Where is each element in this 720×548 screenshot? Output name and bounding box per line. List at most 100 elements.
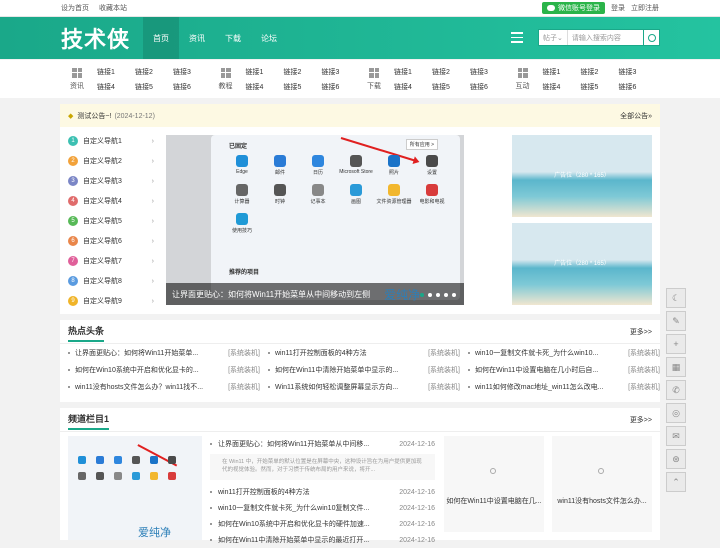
subnav-link[interactable]: 链接4 [97, 82, 135, 92]
guide-item[interactable]: 6 自定义导航6 › [60, 231, 154, 251]
favorite-link[interactable]: 收藏本站 [99, 5, 127, 12]
category-tag[interactable]: [系统装机] [228, 348, 260, 358]
subnav-link[interactable]: 链接5 [432, 82, 470, 92]
channel-item[interactable]: win11打开控制面板的4种方法 2024-12-16 [210, 484, 435, 500]
wechat-login-button[interactable]: 微信账号登录 [542, 2, 605, 14]
guide-item[interactable]: 4 自定义导航4 › [60, 191, 154, 211]
subnav-link[interactable]: 链接5 [581, 82, 619, 92]
channel-item[interactable]: win10一复制文件就卡死_为什么win10复制文件... 2024-12-16 [210, 500, 435, 516]
nav-home[interactable]: 首页 [143, 17, 179, 59]
slider-dot[interactable] [436, 293, 440, 297]
phone-icon[interactable]: ✆ [666, 380, 686, 400]
hot-item[interactable]: win11打开控制面板的4种方法 [系统装机] [268, 348, 460, 358]
channel-item[interactable]: 让界面更贴心：如何将Win11开始菜单从中间移... 2024-12-16 [210, 436, 435, 452]
category-icon[interactable]: 教程 [212, 67, 240, 91]
category-icon[interactable]: 资讯 [63, 67, 91, 91]
channel-item[interactable]: 如何在Win10系统中开启和优化显卡的硬件加速... 2024-12-16 [210, 516, 435, 532]
subnav-link[interactable]: 链接3 [470, 67, 508, 77]
hot-item[interactable]: win11没有hosts文件怎么办？win11找不... [系统装机] [68, 382, 260, 392]
hot-item[interactable]: 如何在Win10系统中开启和优化显卡的... [系统装机] [68, 365, 260, 375]
channel-card[interactable]: 如何在Win11中设置电脑在几... [444, 436, 544, 532]
subnav-link[interactable]: 链接3 [173, 67, 211, 77]
slider[interactable]: 已固定 所有应用 > Edge 邮件 日历 Microsoft Store 照片 设置 计算… [166, 135, 464, 305]
ad-slot-1[interactable]: 广告位（280 * 165） [512, 135, 652, 217]
menu-icon[interactable] [511, 32, 523, 46]
category-tag[interactable]: [系统装机] [628, 365, 660, 375]
subnav-link[interactable]: 链接1 [246, 67, 284, 77]
guide-item[interactable]: 9 自定义导航9 › [60, 291, 154, 311]
slider-dot[interactable] [452, 293, 456, 297]
category-tag[interactable]: [系统装机] [228, 365, 260, 375]
category-tag[interactable]: [系统装机] [228, 382, 260, 392]
subnav-link[interactable]: 链接6 [322, 82, 360, 92]
guide-item[interactable]: 8 自定义导航8 › [60, 271, 154, 291]
category-tag[interactable]: [系统装机] [428, 365, 460, 375]
guide-item[interactable]: 5 自定义导航5 › [60, 211, 154, 231]
slider-dot[interactable] [420, 293, 424, 297]
subnav-link[interactable]: 链接2 [432, 67, 470, 77]
app-icon [236, 184, 248, 196]
hot-item[interactable]: win10一复制文件就卡死_为什么win10... [系统装机] [468, 348, 660, 358]
subnav-link[interactable]: 链接4 [543, 82, 581, 92]
plus-icon[interactable]: + [666, 334, 686, 354]
channel-more-link[interactable]: 更多>> [630, 415, 652, 425]
nav-news[interactable]: 资讯 [179, 17, 215, 59]
edit-icon[interactable]: ✎ [666, 311, 686, 331]
hot-more-link[interactable]: 更多>> [630, 327, 652, 337]
channel-card[interactable]: win11没有hosts文件怎么办... [552, 436, 652, 532]
slider-dot[interactable] [444, 293, 448, 297]
set-home-link[interactable]: 设为首页 [61, 5, 89, 12]
subnav-link[interactable]: 链接2 [135, 67, 173, 77]
subnav-link[interactable]: 链接6 [619, 82, 657, 92]
hot-item[interactable]: win11如何修改mac地址_win11怎么改电... [系统装机] [468, 382, 660, 392]
site-logo[interactable]: 技术侠 [61, 22, 137, 54]
category-tag[interactable]: [系统装机] [628, 382, 660, 392]
category-tag[interactable]: [系统装机] [428, 348, 460, 358]
slider-dot[interactable] [428, 293, 432, 297]
login-link[interactable]: 登录 [611, 3, 625, 13]
subnav-link[interactable]: 链接5 [284, 82, 322, 92]
category-tag[interactable]: [系统装机] [628, 348, 660, 358]
top-icon[interactable]: ⌃ [666, 472, 686, 492]
bullet [210, 539, 212, 541]
register-link[interactable]: 立即注册 [631, 3, 659, 13]
search-input[interactable]: 请输入搜索内容 [568, 33, 643, 43]
channel-item[interactable]: 如何在Win11中清除开始菜单中显示的最近打开... 2024-12-16 [210, 532, 435, 548]
subnav-link[interactable]: 链接6 [470, 82, 508, 92]
nav-forum[interactable]: 论坛 [251, 17, 287, 59]
guide-item[interactable]: 7 自定义导航7 › [60, 251, 154, 271]
subnav-link[interactable]: 链接3 [322, 67, 360, 77]
guide-item[interactable]: 2 自定义导航2 › [60, 151, 154, 171]
category-icon[interactable]: 互动 [509, 67, 537, 91]
guide-item[interactable]: 3 自定义导航3 › [60, 171, 154, 191]
category-icon[interactable]: 下载 [360, 67, 388, 91]
hot-item[interactable]: 让界面更贴心：如何将Win11开始菜单... [系统装机] [68, 348, 260, 358]
subnav-link[interactable]: 链接4 [394, 82, 432, 92]
category-tag[interactable]: [系统装机] [428, 382, 460, 392]
all-notices-link[interactable]: 全部公告» [620, 111, 652, 121]
ad-slot-2[interactable]: 广告位（280 * 165） [512, 223, 652, 305]
subnav-link[interactable]: 链接4 [246, 82, 284, 92]
moon-icon[interactable]: ☾ [666, 288, 686, 308]
subnav-link[interactable]: 链接1 [97, 67, 135, 77]
subnav-link[interactable]: 链接2 [581, 67, 619, 77]
qq-icon[interactable]: ◎ [666, 403, 686, 423]
subnav-link[interactable]: 链接1 [543, 67, 581, 77]
search-type-select[interactable]: 帖子 ⌄ [539, 30, 568, 45]
subnav-link[interactable]: 链接2 [284, 67, 322, 77]
guide-item[interactable]: 1 自定义导航1 › [60, 131, 154, 151]
notice-text[interactable]: 测试公告~! [77, 113, 111, 120]
hot-item[interactable]: Win11系统如何轻松调整屏幕显示方向... [系统装机] [268, 382, 460, 392]
subnav-link[interactable]: 链接3 [619, 67, 657, 77]
nav-download[interactable]: 下载 [215, 17, 251, 59]
weibo-icon[interactable]: ⊛ [666, 449, 686, 469]
subnav-link[interactable]: 链接5 [135, 82, 173, 92]
subnav-link[interactable]: 链接6 [173, 82, 211, 92]
subnav-link[interactable]: 链接1 [394, 67, 432, 77]
hot-item[interactable]: 如何在Win11中设置电脑在几小时后自... [系统装机] [468, 365, 660, 375]
hot-item[interactable]: 如何在Win11中清除开始菜单中显示的... [系统装机] [268, 365, 460, 375]
search-button[interactable] [643, 30, 659, 45]
calendar-icon[interactable]: ▦ [666, 357, 686, 377]
channel-thumbnail[interactable]: 爱纯净 [68, 436, 202, 540]
wechat-icon[interactable]: ✉ [666, 426, 686, 446]
